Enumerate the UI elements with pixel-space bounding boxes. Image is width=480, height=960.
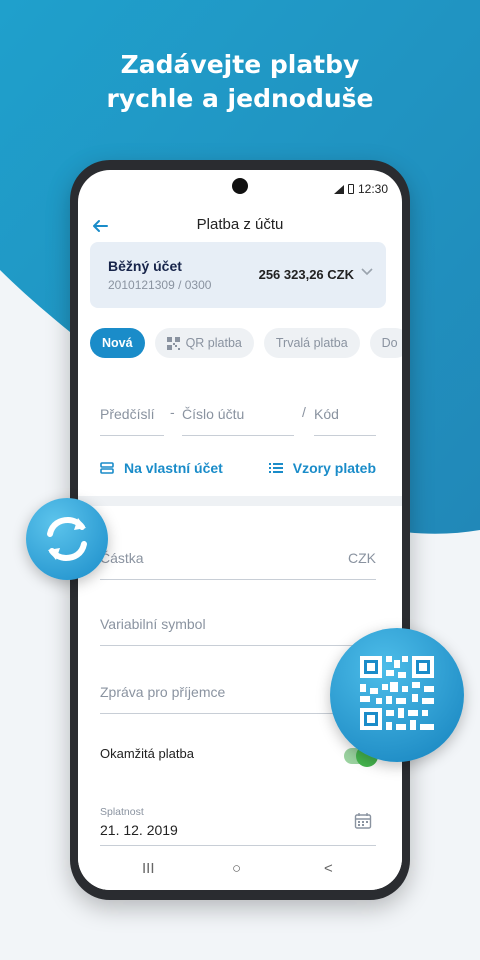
headline-line-1: Zadávejte platby	[120, 50, 360, 79]
headline-line-2: rychle a jednoduše	[106, 84, 374, 113]
prefix-placeholder: Předčíslí	[100, 406, 155, 422]
account-number: 2010121309 / 0300	[108, 278, 212, 292]
phone-frame: 12:30 Platba z účtu Běžný účet 201012130…	[70, 160, 410, 900]
recent-apps-button[interactable]: III	[142, 860, 155, 877]
variable-symbol-label: Variabilní symbol	[100, 616, 206, 632]
app-bar: Platba z účtu	[78, 206, 402, 246]
instant-payment-label: Okamžitá platba	[100, 746, 194, 761]
own-account-label: Na vlastní účet	[124, 460, 223, 476]
tab-more[interactable]: Do	[369, 328, 402, 358]
qr-icon	[166, 336, 180, 350]
amount-field[interactable]: Částka CZK	[100, 536, 376, 580]
tab-new[interactable]: Nová	[90, 328, 145, 358]
tab-standing-order[interactable]: Trvalá platba	[263, 328, 360, 358]
section-divider	[78, 496, 402, 506]
list-icon	[268, 463, 283, 473]
status-time: 12:30	[357, 182, 388, 196]
signal-icon	[333, 184, 344, 194]
bank-code-placeholder: Kód	[314, 406, 339, 422]
sync-badge	[26, 498, 108, 580]
account-number-placeholder: Číslo účtu	[182, 406, 245, 422]
currency-label: CZK	[348, 550, 376, 566]
templates-link[interactable]: Vzory plateb	[268, 460, 376, 476]
calendar-icon[interactable]	[354, 812, 372, 830]
tab-standing-order-label: Trvalá platba	[275, 336, 348, 350]
tab-qr-label: QR platba	[185, 336, 242, 350]
account-balance: 256 323,26 CZK	[258, 267, 354, 282]
quick-links: Na vlastní účet Vzory plateb	[100, 460, 376, 484]
qr-badge	[330, 628, 464, 762]
battery-icon	[347, 184, 354, 194]
qr-code-icon	[360, 656, 434, 730]
bank-code-field[interactable]: Kód	[314, 396, 376, 436]
account-selector[interactable]: Běžný účet 2010121309 / 0300 256 323,26 …	[90, 242, 386, 308]
headline: Zadávejte platby rychle a jednoduše	[0, 48, 480, 116]
chevron-down-icon	[361, 268, 373, 276]
templates-label: Vzory plateb	[292, 460, 376, 476]
tab-qr-payment[interactable]: QR platba	[154, 328, 254, 358]
dash-separator: -	[170, 404, 175, 420]
status-bar: 12:30	[333, 182, 388, 196]
message-label: Zpráva pro příjemce	[100, 684, 226, 700]
account-name: Běžný účet	[108, 258, 182, 274]
slash-separator: /	[302, 404, 306, 420]
phone-screen: 12:30 Platba z účtu Běžný účet 201012130…	[78, 170, 402, 890]
tab-more-label: Do	[381, 336, 398, 350]
front-camera	[232, 178, 248, 194]
system-nav-bar: III ○ <	[78, 850, 402, 890]
own-account-link[interactable]: Na vlastní účet	[100, 460, 223, 476]
sync-icon	[47, 516, 87, 562]
prefix-field[interactable]: Předčíslí	[100, 396, 164, 436]
back-button[interactable]: <	[324, 860, 333, 877]
due-date-value: 21. 12. 2019	[100, 822, 178, 838]
due-date-field[interactable]: Splatnost 21. 12. 2019	[100, 800, 376, 846]
tab-new-label: Nová	[102, 336, 133, 350]
due-date-caption: Splatnost	[100, 806, 144, 818]
accounts-icon	[100, 462, 114, 474]
payment-type-tabs: Nová QR platba Trvalá platba Do	[90, 328, 402, 358]
account-number-field[interactable]: Číslo účtu	[182, 396, 294, 436]
page-title: Platba z účtu	[196, 216, 284, 233]
home-button[interactable]: ○	[232, 860, 241, 877]
recipient-account-fields: Předčíslí - Číslo účtu / Kód	[100, 396, 376, 436]
